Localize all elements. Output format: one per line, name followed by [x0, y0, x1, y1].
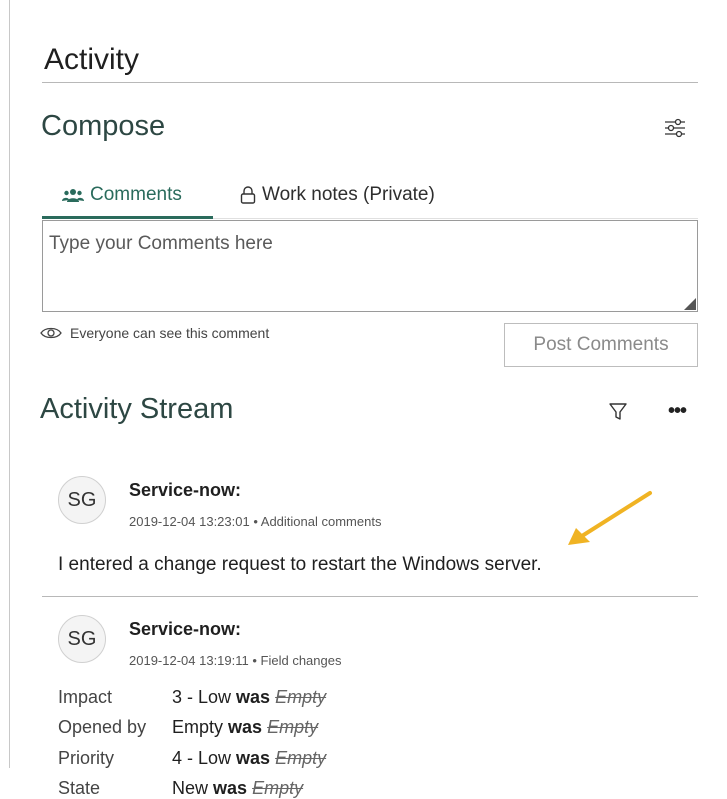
more-options-icon[interactable]: ••• [668, 400, 687, 423]
entry-author[interactable]: Service-now: [129, 480, 241, 501]
annotation-arrow-icon [568, 491, 652, 545]
field-was: was [213, 778, 248, 798]
field-name: Priority [58, 748, 115, 768]
tune-sliders-icon[interactable] [664, 118, 686, 138]
filter-icon[interactable] [609, 403, 627, 421]
entry-meta: 2019-12-04 13:19:11 • Field changes [129, 653, 342, 668]
field-change-row: Impact 3 - Low was Empty [58, 687, 326, 708]
activity-stream-heading: Activity Stream [40, 393, 234, 425]
post-comments-button[interactable]: Post Comments [504, 323, 698, 367]
field-new-value: Empty [172, 717, 224, 737]
field-old-value: Empty [252, 778, 304, 798]
people-icon [62, 189, 84, 202]
field-name: Opened by [58, 717, 147, 737]
avatar[interactable]: SG [58, 615, 106, 663]
visibility-note-text: Everyone can see this comment [70, 325, 270, 341]
field-new-value: 4 - Low [172, 748, 232, 768]
resize-handle[interactable] [684, 298, 696, 310]
tab-comments-label: Comments [90, 184, 182, 205]
field-old-value: Empty [275, 687, 327, 707]
field-new-value: 3 - Low [172, 687, 232, 707]
field-name: State [58, 778, 101, 798]
avatar[interactable]: SG [58, 476, 106, 524]
visibility-note: Everyone can see this comment [40, 325, 269, 341]
field-old-value: Empty [275, 748, 327, 768]
left-border [9, 0, 10, 768]
field-change-row: State New was Empty [58, 778, 303, 799]
entry-text: I entered a change request to restart th… [58, 554, 542, 575]
lock-icon [240, 186, 256, 204]
activity-divider [42, 82, 698, 83]
tab-work-notes[interactable]: Work notes (Private) [240, 184, 435, 206]
field-was: was [236, 687, 271, 707]
comment-input[interactable] [43, 221, 695, 325]
field-was: was [228, 717, 263, 737]
field-change-row: Priority 4 - Low was Empty [58, 748, 326, 769]
field-was: was [236, 748, 271, 768]
entry-divider [42, 596, 698, 597]
tab-comments[interactable]: Comments [62, 184, 182, 206]
field-name: Impact [58, 687, 113, 707]
comment-input-box [42, 220, 698, 325]
tab-work-notes-label: Work notes (Private) [262, 184, 435, 205]
compose-heading: Compose [41, 110, 166, 142]
activity-heading: Activity [44, 43, 140, 76]
field-new-value: New [172, 778, 209, 798]
field-old-value: Empty [267, 717, 319, 737]
eye-icon [40, 327, 62, 339]
active-tab-indicator [42, 216, 213, 219]
entry-meta: 2019-12-04 13:23:01 • Additional comment… [129, 514, 382, 529]
entry-author[interactable]: Service-now: [129, 619, 241, 640]
field-change-row: Opened by Empty was Empty [58, 717, 318, 738]
